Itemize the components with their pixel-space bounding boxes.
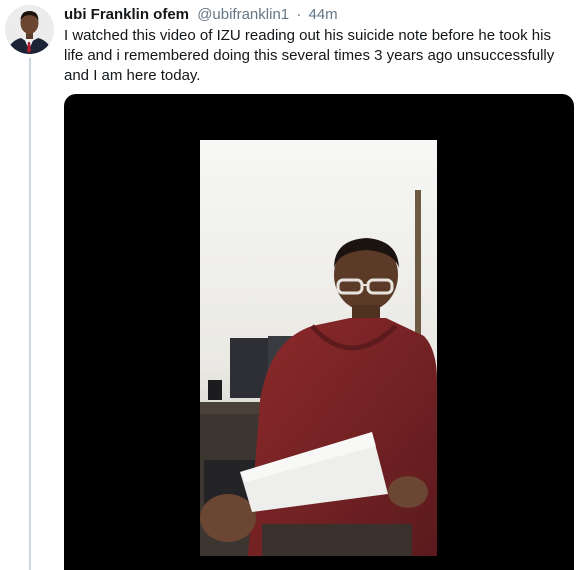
tweet-video[interactable] bbox=[64, 94, 574, 570]
display-name[interactable]: ubi Franklin ofem bbox=[64, 6, 189, 23]
tweet-text: I watched this video of IZU reading out … bbox=[64, 27, 555, 84]
video-thumbnail-icon bbox=[200, 140, 437, 556]
video-frame bbox=[200, 140, 437, 556]
tweet: ubi Franklin ofem @ubifranklin1 · 44m I … bbox=[0, 0, 579, 570]
user-handle[interactable]: @ubifranklin1 bbox=[197, 6, 289, 23]
tweet-header: ubi Franklin ofem @ubifranklin1 · 44m bbox=[64, 5, 338, 25]
separator-dot: · bbox=[296, 6, 302, 23]
thread-line bbox=[29, 58, 31, 570]
tweet-timestamp[interactable]: 44m bbox=[308, 6, 337, 23]
avatar-photo-icon bbox=[5, 5, 54, 54]
avatar[interactable] bbox=[5, 5, 54, 54]
